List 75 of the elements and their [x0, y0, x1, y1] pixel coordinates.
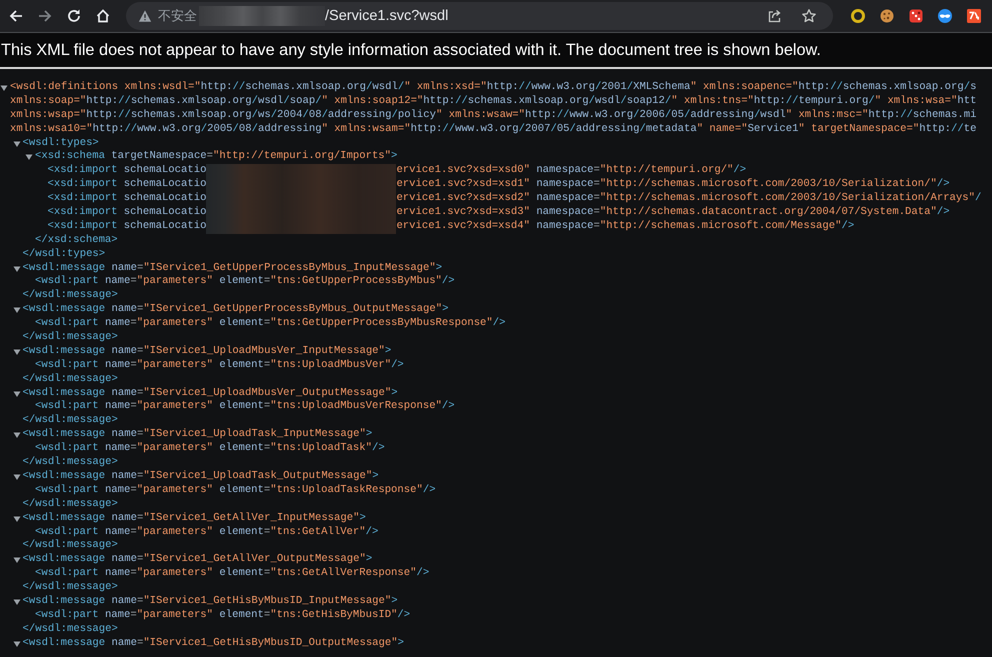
xml-line: xmlns:wsap="http://schemas.xmlsoap.org/ws/2004/08/addressing/policy" xmlns:wsaw="http://www.w3.org/2006/05/addressing/wsdl" xmlns:msc="http://schemas.mi — [10, 108, 976, 123]
disclosure-triangle[interactable] — [0, 84, 8, 92]
xml-line: <xsd:import schemaLocatio — [48, 192, 206, 206]
xml-line: <xsd:import schemaLocatio — [48, 206, 206, 220]
xml-line: <wsdl:message name="IService1_GetUpperProcessByMbus_InputMessage"> — [22, 262, 442, 275]
xml-line: </wsdl:message> — [22, 289, 118, 303]
address-bar[interactable]: 不安全 /Service1.svc?wsdl — [126, 2, 833, 30]
xml-line: <xsd:schema targetNamespace="http://tempuri.org/Imports"> — [35, 150, 398, 164]
xml-line: ervice1.svc?xsd=xsd2" namespace="http://schemas.microsoft.com/2003/10/Serialization/Arrays"/ — [396, 192, 982, 206]
ring-icon — [850, 8, 866, 24]
xml-line: ervice1.svc?xsd=xsd4" namespace="http://schemas.microsoft.com/Message"/> — [396, 220, 854, 234]
xml-line: </wsdl:message> — [22, 414, 118, 428]
xml-line: ervice1.svc?xsd=xsd0" namespace="http://tempuri.org/"/> — [396, 164, 746, 178]
xml-line: </wsdl:message> — [22, 581, 118, 595]
xml-line: <wsdl:part name="parameters" element="tns:GetAllVerResponse"/> — [35, 567, 430, 581]
xml-line: <xsd:import schemaLocatio — [48, 220, 206, 234]
xml-line: xmlns:wsa10="http://www.w3.org/2005/08/addressing" xmlns:wsam="http://www.w3.org/2007/05/addressing/metadata" name="Service1" targetNamespace="http://te — [10, 122, 976, 137]
xml-line: <xsd:import schemaLocatio — [48, 164, 206, 178]
back-arrow-icon — [8, 8, 24, 24]
disclosure-triangle[interactable] — [12, 514, 20, 523]
share-icon — [767, 8, 783, 24]
xml-line: ervice1.svc?xsd=xsd3" namespace="http://schemas.datacontract.org/2004/07/System.Data"/> — [396, 206, 950, 220]
disclosure-triangle[interactable] — [25, 153, 33, 162]
xml-line: <wsdl:message name="IService1_UploadMbusVer_OutputMessage"> — [22, 386, 398, 400]
xml-line: <wsdl:part name="parameters" element="tns:GetAllVer"/> — [35, 526, 378, 539]
xml-line: </xsd:schema> — [35, 234, 118, 248]
xml-line: <wsdl:message name="IService1_GetAllVer_InputMessage"> — [22, 512, 366, 526]
cookie-icon — [878, 8, 894, 24]
home-icon — [95, 8, 111, 24]
disclosure-triangle[interactable] — [12, 431, 20, 440]
disclosure-triangle[interactable] — [12, 264, 20, 273]
xml-line: <wsdl:part name="parameters" element="tns:GetHisByMbusID"/> — [35, 608, 410, 623]
xml-line: <wsdl:message name="IService1_UploadMbusVer_InputMessage"> — [22, 344, 392, 359]
star-icon — [801, 8, 817, 24]
xml-line: <wsdl:message name="IService1_GetAllVer_OutputMessage"> — [22, 553, 372, 567]
xml-line: <wsdl:message name="IService1_GetUpperProcessByMbus_OutputMessage"> — [22, 303, 448, 317]
warning-icon — [138, 9, 152, 23]
xml-line: <wsdl:part name="parameters" element="tns:UploadTaskResponse"/> — [35, 484, 436, 498]
xml-notice-text: This XML file does not appear to have any style information associated with it. The document tree is shown below. — [0, 41, 821, 60]
xml-line: xmlns:soap="http://schemas.xmlsoap.org/wsdl/soap/" xmlns:soap12="http://schemas.xmlsoap.org/wsdl/soap12/" xmlns:tns="http://tempuri.org/" xmlns:wsa="htt — [10, 94, 976, 109]
xml-line: ervice1.svc?xsd=xsd1" namespace="http://schemas.microsoft.com/2003/10/Serialization/"/> — [396, 178, 950, 192]
xml-line: <wsdl:part name="parameters" element="tns:GetUpperProcessByMbus"/> — [35, 275, 455, 289]
xml-line: <wsdl:part name="parameters" element="tns:UploadMbusVerResponse"/> — [35, 400, 455, 414]
dice-icon — [908, 8, 924, 24]
xml-line: <wsdl:message name="IService1_GetHisByMbusID_OutputMessage"> — [22, 636, 404, 651]
disclosure-triangle[interactable] — [12, 348, 20, 356]
translate-icon — [966, 8, 982, 24]
mask-icon — [936, 8, 952, 24]
disclosure-triangle[interactable] — [12, 640, 20, 648]
xml-line: </wsdl:message> — [22, 331, 118, 345]
forward-arrow-icon — [37, 8, 53, 24]
xml-line: </wsdl:message> — [22, 456, 118, 470]
url-text: /Service1.svc?wsdl — [325, 8, 448, 24]
xml-line: <xsd:import schemaLocatio — [48, 178, 206, 192]
xml-line: <wsdl:part name="parameters" element="tns:UploadMbusVer"/> — [35, 358, 404, 373]
xml-line: <wsdl:message name="IService1_UploadTask_OutputMessage"> — [22, 470, 379, 484]
xml-line: </wsdl:types> — [22, 248, 106, 262]
reload-icon — [66, 8, 82, 24]
disclosure-triangle[interactable] — [12, 556, 20, 564]
disclosure-triangle[interactable] — [12, 598, 20, 606]
xml-line: <wsdl:part name="parameters" element="tns:GetUpperProcessByMbusResponse"/> — [35, 317, 506, 331]
disclosure-triangle[interactable] — [12, 472, 20, 481]
xml-line: </wsdl:message> — [22, 372, 118, 387]
xml-line: <wsdl:part name="parameters" element="tns:UploadTask"/> — [35, 442, 385, 456]
xml-line: <wsdl:definitions xmlns:wsdl="http://schemas.xmlsoap.org/wsdl/" xmlns:xsd="http://www.w3.org/2001/XMLSchema" xmlns:soapenc="http://schemas.xmlsoap.org/s — [10, 81, 976, 95]
security-label: 不安全 — [158, 8, 197, 25]
xml-line: <wsdl:message name="IService1_GetHisByMbusID_InputMessage"> — [22, 594, 398, 609]
xml-line: </wsdl:message> — [22, 622, 118, 637]
disclosure-triangle[interactable] — [12, 306, 20, 314]
xml-line: </wsdl:message> — [22, 498, 118, 512]
xml-line: <wsdl:message name="IService1_UploadTask_InputMessage"> — [22, 428, 372, 442]
xml-line: </wsdl:message> — [22, 539, 118, 553]
disclosure-triangle[interactable] — [12, 140, 20, 148]
xml-line: <wsdl:types> — [22, 136, 99, 150]
disclosure-triangle[interactable] — [12, 390, 20, 398]
